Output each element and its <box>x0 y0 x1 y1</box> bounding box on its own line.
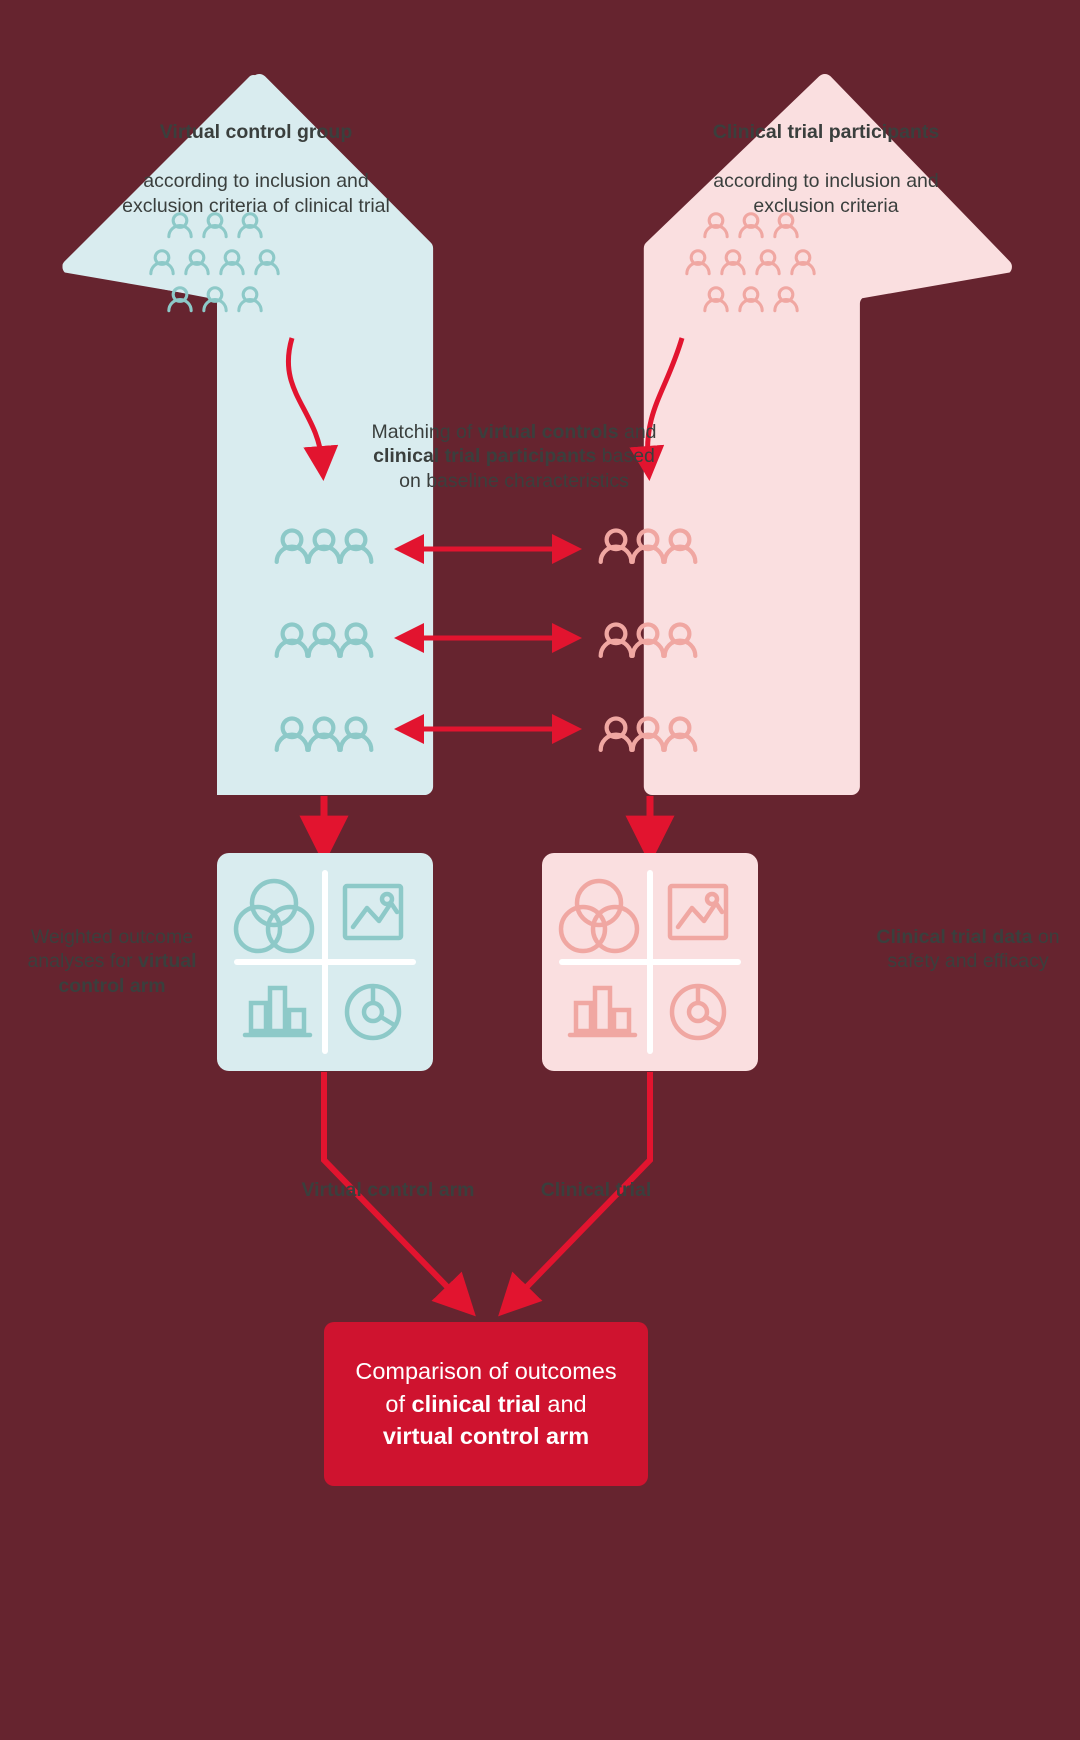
matching-prefix: Matching of <box>371 421 478 443</box>
clinical-data-bold: Clinical trial data <box>876 926 1033 948</box>
matching-label: Matching of virtual controls and clinica… <box>368 420 660 493</box>
right-image-chart-icon <box>667 883 729 941</box>
compare-line-2-pre: of <box>385 1390 412 1417</box>
matching-bold-2: clinical trial participants <box>373 445 597 468</box>
right-top-label-bold: Clinical trial participants <box>712 121 940 144</box>
matching-bold-1: virtual controls <box>477 421 619 443</box>
right-donut-chart-icon <box>669 983 727 1041</box>
left-image-chart-icon <box>342 883 404 941</box>
compare-line-2-bold: clinical trial <box>411 1390 541 1417</box>
compare-line-3-bold: virtual control arm <box>382 1423 590 1450</box>
right-people-group-icon <box>685 212 816 313</box>
comparison-outcome-box: Comparison of outcomes of clinical trial … <box>324 1322 648 1486</box>
left-people-group-icon <box>149 212 280 313</box>
clinical-trial-arm-label: Clinical trial <box>540 1179 652 1201</box>
left-top-label-rest: according to inclusion and exclusion cri… <box>122 170 390 217</box>
right-top-label-rest: according to inclusion and exclusion cri… <box>713 170 939 217</box>
virtual-control-arm-label: Virtual control arm <box>301 1179 475 1201</box>
matching-mid: and <box>618 421 657 443</box>
left-venn-diagram-icon <box>233 878 315 954</box>
left-top-label-bold: Virtual control group <box>159 121 353 144</box>
right-venn-diagram-icon <box>558 878 640 954</box>
right-analysis-box <box>542 853 758 1071</box>
left-curved-arrow-icon <box>285 337 339 481</box>
left-top-label: Virtual control group according to inclu… <box>46 96 466 218</box>
right-arm-shape <box>645 118 1012 795</box>
compare-line-1: Comparison of outcomes <box>355 1358 617 1385</box>
left-donut-chart-icon <box>344 983 402 1041</box>
right-bar-chart-icon <box>567 985 638 1038</box>
right-top-label: Clinical trial participants according to… <box>616 96 1036 218</box>
diagram-canvas: Virtual control group according to inclu… <box>0 0 1080 1740</box>
left-bar-chart-icon <box>242 985 313 1038</box>
comparison-outcome-text: Comparison of outcomes of clinical trial … <box>355 1355 616 1452</box>
compare-line-2-post: and <box>540 1390 587 1417</box>
right-matching-people <box>601 530 696 749</box>
weighted-analysis-label: Weighted outcome analyses for virtual co… <box>12 925 212 998</box>
left-matching-people <box>277 530 372 749</box>
clinical-data-label: Clinical trial data on safety and effica… <box>868 925 1068 974</box>
left-analysis-box <box>217 853 433 1071</box>
